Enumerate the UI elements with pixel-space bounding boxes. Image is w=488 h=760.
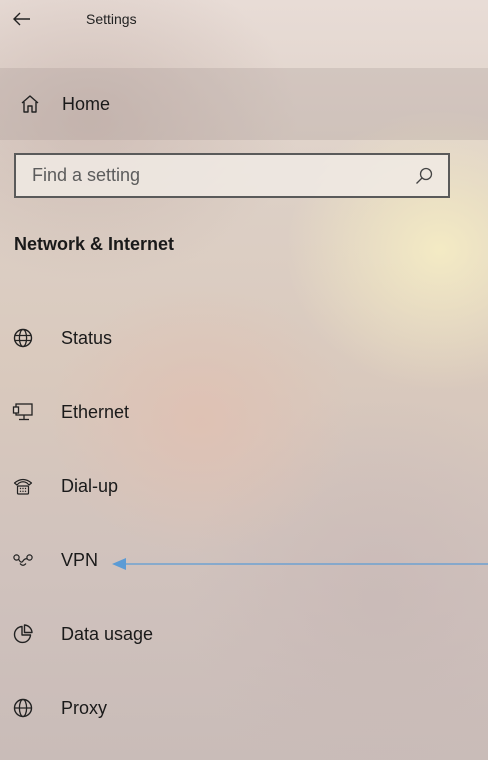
nav-item-proxy[interactable]: Proxy bbox=[0, 684, 488, 732]
home-label: Home bbox=[62, 93, 111, 114]
globe-icon bbox=[12, 697, 34, 719]
home-icon bbox=[21, 95, 39, 113]
search-box bbox=[14, 153, 450, 198]
nav-item-label: Ethernet bbox=[61, 401, 130, 422]
nav-item-label: Data usage bbox=[61, 623, 154, 644]
title-bar: Settings bbox=[0, 0, 488, 38]
nav-item-status[interactable]: Status bbox=[0, 314, 488, 362]
back-button[interactable] bbox=[0, 0, 44, 38]
dial-up-phone-icon bbox=[12, 475, 34, 497]
nav-item-data-usage[interactable]: Data usage bbox=[0, 610, 488, 658]
vpn-icon bbox=[12, 549, 34, 571]
nav-item-label: Status bbox=[61, 327, 113, 348]
window-title: Settings bbox=[86, 11, 137, 27]
back-arrow-icon bbox=[13, 12, 30, 26]
nav-item-ethernet[interactable]: Ethernet bbox=[0, 388, 488, 436]
annotation-arrow-icon bbox=[112, 558, 488, 570]
nav-item-label: VPN bbox=[61, 549, 99, 570]
home-nav-item[interactable]: Home bbox=[0, 68, 488, 140]
ethernet-monitor-icon bbox=[12, 401, 34, 423]
section-title: Network & Internet bbox=[14, 234, 175, 254]
search-icon[interactable] bbox=[414, 166, 434, 186]
search-input[interactable] bbox=[16, 154, 414, 197]
nav-item-label: Dial-up bbox=[61, 475, 119, 496]
data-usage-pie-icon bbox=[12, 623, 34, 645]
nav-item-label: Proxy bbox=[61, 697, 108, 718]
nav-item-dial-up[interactable]: Dial-up bbox=[0, 462, 488, 510]
globe-status-icon bbox=[12, 327, 34, 349]
